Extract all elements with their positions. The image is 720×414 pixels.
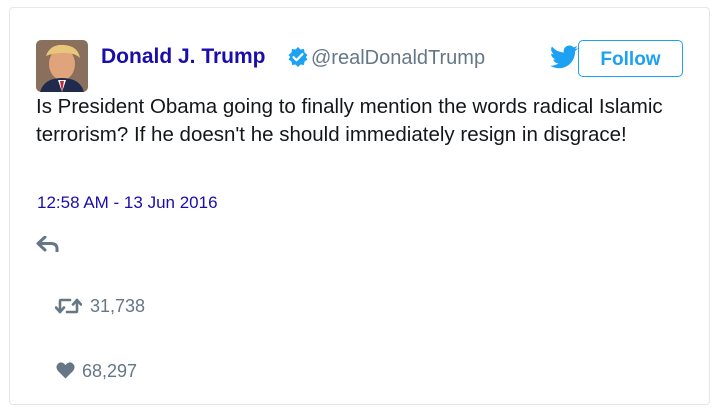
reply-icon[interactable] bbox=[36, 236, 60, 252]
tweet-card: Donald J. Trump @realDonaldTrump Follow … bbox=[9, 7, 710, 405]
heart-icon[interactable] bbox=[56, 362, 75, 379]
author-avatar[interactable] bbox=[36, 40, 88, 92]
tweet-text: Is President Obama going to finally ment… bbox=[36, 95, 663, 146]
verified-badge-icon bbox=[288, 47, 308, 67]
author-handle[interactable]: @realDonaldTrump bbox=[311, 47, 485, 70]
author-name[interactable]: Donald J. Trump bbox=[101, 45, 266, 69]
follow-button[interactable]: Follow bbox=[578, 40, 683, 77]
retweet-count: 31,738 bbox=[90, 296, 146, 316]
tweet-timestamp[interactable]: 12:58 AM - 13 Jun 2016 bbox=[37, 193, 218, 213]
like-count: 68,297 bbox=[82, 361, 138, 381]
retweet-icon[interactable] bbox=[55, 298, 82, 314]
twitter-bird-icon[interactable] bbox=[550, 45, 578, 69]
